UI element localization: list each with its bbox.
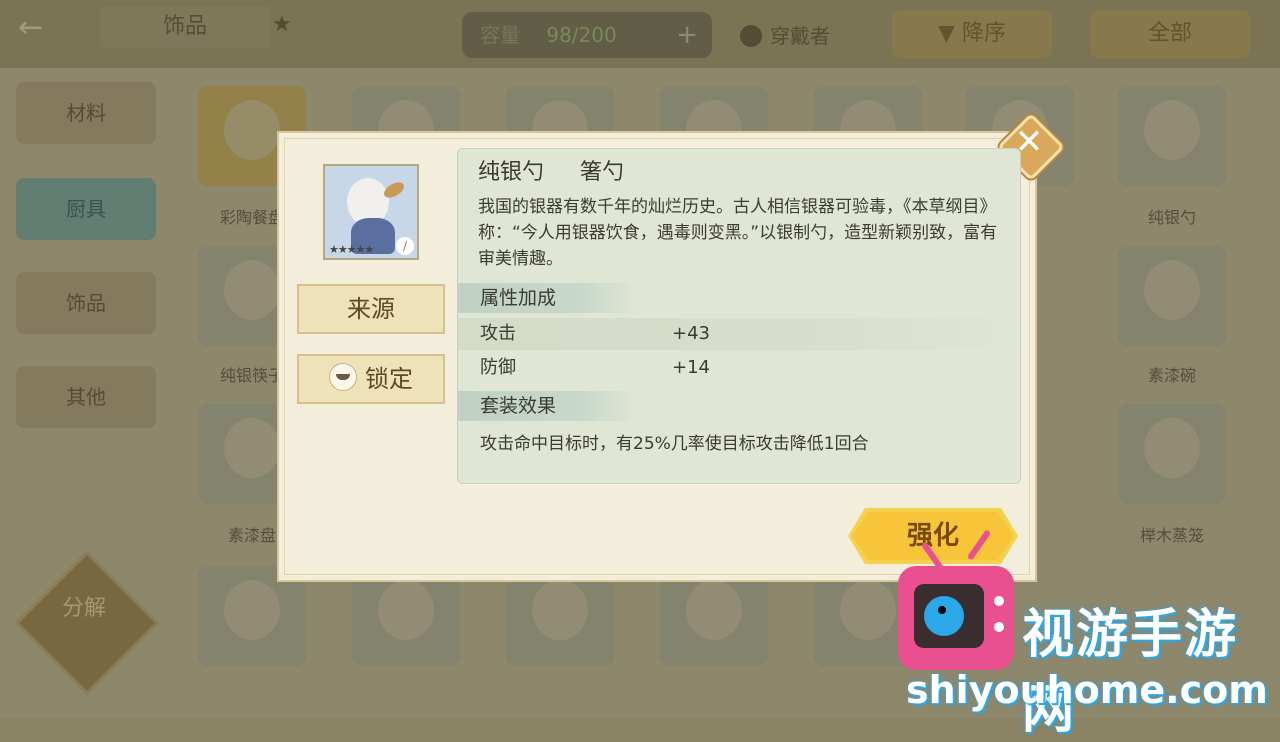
tv-face-icon: [924, 596, 964, 636]
watermark-tv-logo: [898, 566, 1014, 670]
item-portrait: ★★★★★ /: [323, 164, 419, 260]
lock-label: 锁定: [365, 365, 413, 393]
attribute-value: +43: [672, 323, 710, 344]
item-description: 我国的银器有数千年的灿烂历史。古人相信银器可验毒，《本草纲目》称：“今人用银器饮…: [478, 197, 998, 269]
attribute-name: 防御: [480, 357, 516, 378]
attribute-row: 防御 +14: [458, 352, 1020, 384]
star-rating-icon: ★★★★★: [329, 243, 374, 256]
tv-knob: [994, 596, 1004, 606]
item-name: 纯银勺: [478, 160, 545, 185]
lock-icon: [329, 363, 357, 391]
attribute-row: 攻击 +43: [458, 318, 1020, 350]
watermark-name: 视游手游网: [1022, 605, 1239, 740]
source-button[interactable]: 来源: [297, 284, 445, 334]
attribute-value: +14: [672, 357, 710, 378]
set-effect-text: 攻击命中目标时，有25%几率使目标攻击降低1回合: [480, 434, 869, 454]
attribute-name: 攻击: [480, 323, 516, 344]
set-effect-header: 套装效果: [458, 391, 638, 421]
watermark-url: shiyouhome.com: [906, 668, 1268, 712]
lock-button[interactable]: 锁定: [297, 354, 445, 404]
cookware-tag-icon: /: [396, 237, 414, 255]
item-type: 箸勺: [580, 160, 625, 185]
attributes-header: 属性加成: [458, 283, 638, 313]
tv-knob: [994, 622, 1004, 632]
